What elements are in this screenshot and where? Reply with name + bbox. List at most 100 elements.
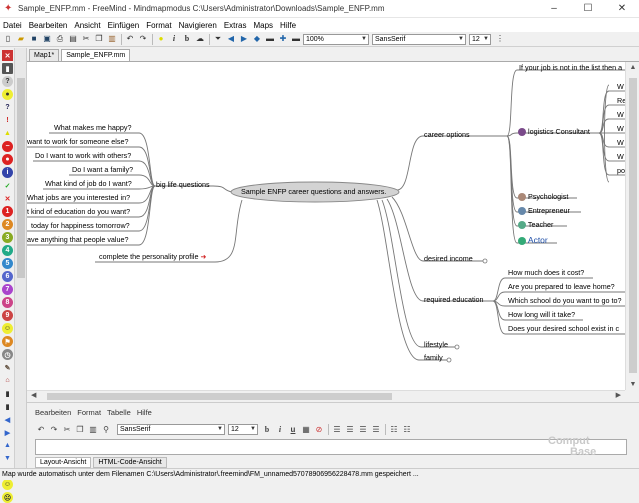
- node-question[interactable]: What jobs are you interested in?: [27, 193, 130, 202]
- node-teacher[interactable]: Teacher: [518, 220, 553, 230]
- priority-7-icon[interactable]: 7: [2, 284, 13, 295]
- node-education-question[interactable]: Which school do you want to go to?: [508, 296, 621, 305]
- font-family-select[interactable]: SansSerif ▼: [372, 33, 466, 45]
- menu-ansicht[interactable]: Ansicht: [74, 21, 100, 30]
- node-personality-profile[interactable]: complete the personality profile ➜: [99, 252, 207, 261]
- arrow-up-icon[interactable]: ▲: [2, 440, 13, 451]
- priority-9-icon[interactable]: 9: [2, 310, 13, 321]
- maximize-button[interactable]: ☐: [571, 0, 605, 18]
- notes-menu-tabelle[interactable]: Tabelle: [107, 408, 131, 417]
- minimize-button[interactable]: –: [537, 0, 571, 18]
- find-icon[interactable]: ⚲: [100, 424, 112, 435]
- redo-icon[interactable]: ↷: [137, 34, 149, 45]
- traffic-light-icon[interactable]: ▮: [2, 401, 13, 412]
- italic-icon[interactable]: i: [168, 34, 180, 45]
- zoom-select[interactable]: 100% ▼: [303, 33, 369, 45]
- clear-format-icon[interactable]: ⊘: [313, 424, 325, 435]
- node-logistics-consultant[interactable]: logistics Consultant: [518, 127, 590, 137]
- zoom-fit-icon[interactable]: ▬: [290, 34, 302, 45]
- node-entrepreneur[interactable]: Entrepreneur: [518, 206, 570, 216]
- save-as-icon[interactable]: ▣: [41, 34, 53, 45]
- cut-icon[interactable]: ✂: [80, 34, 92, 45]
- node-question[interactable]: ave anything that people value?: [27, 235, 129, 244]
- bullet-list-icon[interactable]: ☷: [388, 424, 400, 435]
- cut-icon[interactable]: ✂: [61, 424, 73, 435]
- node-lifestyle[interactable]: lifestyle: [424, 340, 448, 349]
- cloud-icon[interactable]: ☁: [194, 34, 206, 45]
- node-logistics-child[interactable]: Re: [617, 96, 625, 105]
- new-file-icon[interactable]: ▯: [2, 34, 14, 45]
- stop-icon[interactable]: −: [2, 141, 13, 152]
- fold-circle[interactable]: [482, 258, 488, 264]
- battery-icon[interactable]: ▮: [2, 388, 13, 399]
- bold-icon[interactable]: b: [261, 424, 273, 435]
- fold-circle[interactable]: [454, 344, 460, 350]
- notes-size-select[interactable]: 12 ▼: [228, 424, 258, 435]
- flag-icon[interactable]: ⚑: [2, 336, 13, 347]
- node-logistics-child[interactable]: W: [617, 152, 624, 161]
- stop-sign-icon[interactable]: ●: [2, 154, 13, 165]
- node-desired-income[interactable]: desired income: [424, 254, 473, 263]
- horizontal-scrollbar[interactable]: ◀ ▶: [27, 390, 625, 401]
- notes-font-select[interactable]: SansSerif ▼: [117, 424, 225, 435]
- numbered-list-icon[interactable]: ☷: [401, 424, 413, 435]
- priority-4-icon[interactable]: 4: [2, 245, 13, 256]
- save-icon[interactable]: ■: [28, 34, 40, 45]
- node-education-question[interactable]: How much does it cost?: [508, 268, 584, 277]
- menu-bearbeiten[interactable]: Bearbeiten: [29, 21, 68, 30]
- close-button[interactable]: ✕: [605, 0, 639, 18]
- node-career-options[interactable]: career options: [424, 130, 470, 139]
- copy-icon[interactable]: ❐: [93, 34, 105, 45]
- notes-menu-format[interactable]: Format: [77, 408, 101, 417]
- smiley-icon[interactable]: ☺: [2, 323, 13, 334]
- node-question[interactable]: t kind of education do you want?: [27, 207, 130, 216]
- node-education-question[interactable]: How long will it take?: [508, 310, 575, 319]
- fold-circle[interactable]: [446, 357, 452, 363]
- mindmap-canvas[interactable]: Sample ENFP career questions and answers…: [27, 62, 625, 390]
- node-question[interactable]: Do I want to work with others?: [35, 151, 131, 160]
- justify-icon[interactable]: ☰: [370, 424, 382, 435]
- print-preview-icon[interactable]: ▤: [67, 34, 79, 45]
- priority-6-icon[interactable]: 6: [2, 271, 13, 282]
- copy-icon[interactable]: ❐: [74, 424, 86, 435]
- remove-last-icon[interactable]: ✕: [2, 50, 13, 61]
- arrow-down-icon[interactable]: ▼: [2, 453, 13, 464]
- scrollbar-thumb[interactable]: [47, 393, 392, 400]
- scroll-down-arrow-icon[interactable]: ▼: [626, 381, 639, 388]
- menu-maps[interactable]: Maps: [253, 21, 273, 30]
- node-big-life-questions[interactable]: big life questions: [156, 180, 210, 189]
- align-center-icon[interactable]: ☰: [344, 424, 356, 435]
- zoom-in-icon[interactable]: ✚: [277, 34, 289, 45]
- zoom-out-icon[interactable]: ▬: [264, 34, 276, 45]
- link-arrow-icon[interactable]: ➜: [200, 252, 206, 261]
- priority-8-icon[interactable]: 8: [2, 297, 13, 308]
- scroll-left-arrow-icon[interactable]: ◀: [31, 391, 36, 399]
- help-icon[interactable]: ?: [2, 76, 13, 87]
- home-icon[interactable]: ⌂: [2, 375, 13, 386]
- font-size-select[interactable]: 12 ▼: [469, 33, 491, 45]
- align-right-icon[interactable]: ☰: [357, 424, 369, 435]
- node-logistics-child[interactable]: W: [617, 124, 624, 133]
- filter-icon[interactable]: ⏷: [212, 34, 224, 45]
- root-node[interactable]: Sample ENFP career questions and answers…: [241, 187, 386, 196]
- notes-menu-hilfe[interactable]: Hilfe: [137, 408, 152, 417]
- overflow-icon[interactable]: ⋮: [494, 34, 506, 45]
- priority-5-icon[interactable]: 5: [2, 258, 13, 269]
- node-question[interactable]: Do I want a family?: [72, 165, 133, 174]
- node-family[interactable]: family: [424, 353, 443, 362]
- clock-icon[interactable]: ◷: [2, 349, 13, 360]
- redo-icon[interactable]: ↷: [48, 424, 60, 435]
- node-question[interactable]: want to work for someone else?: [27, 137, 128, 146]
- bold-icon[interactable]: b: [181, 34, 193, 45]
- question-icon[interactable]: ?: [2, 102, 13, 113]
- idea-bulb-icon[interactable]: ●: [155, 34, 167, 45]
- scrollbar-thumb[interactable]: [17, 78, 25, 278]
- arrow-right-icon[interactable]: ▶: [2, 427, 13, 438]
- table-icon[interactable]: ▦: [300, 424, 312, 435]
- scrollbar-thumb[interactable]: [629, 78, 637, 373]
- node-education-question[interactable]: Does your desired school exist in c: [508, 324, 619, 333]
- node-actor[interactable]: Actor: [518, 236, 548, 245]
- notes-text-area[interactable]: [35, 439, 627, 455]
- tab-sample-enfp[interactable]: Sample_ENFP.mm: [61, 49, 131, 61]
- node-logistics-child[interactable]: W: [617, 138, 624, 147]
